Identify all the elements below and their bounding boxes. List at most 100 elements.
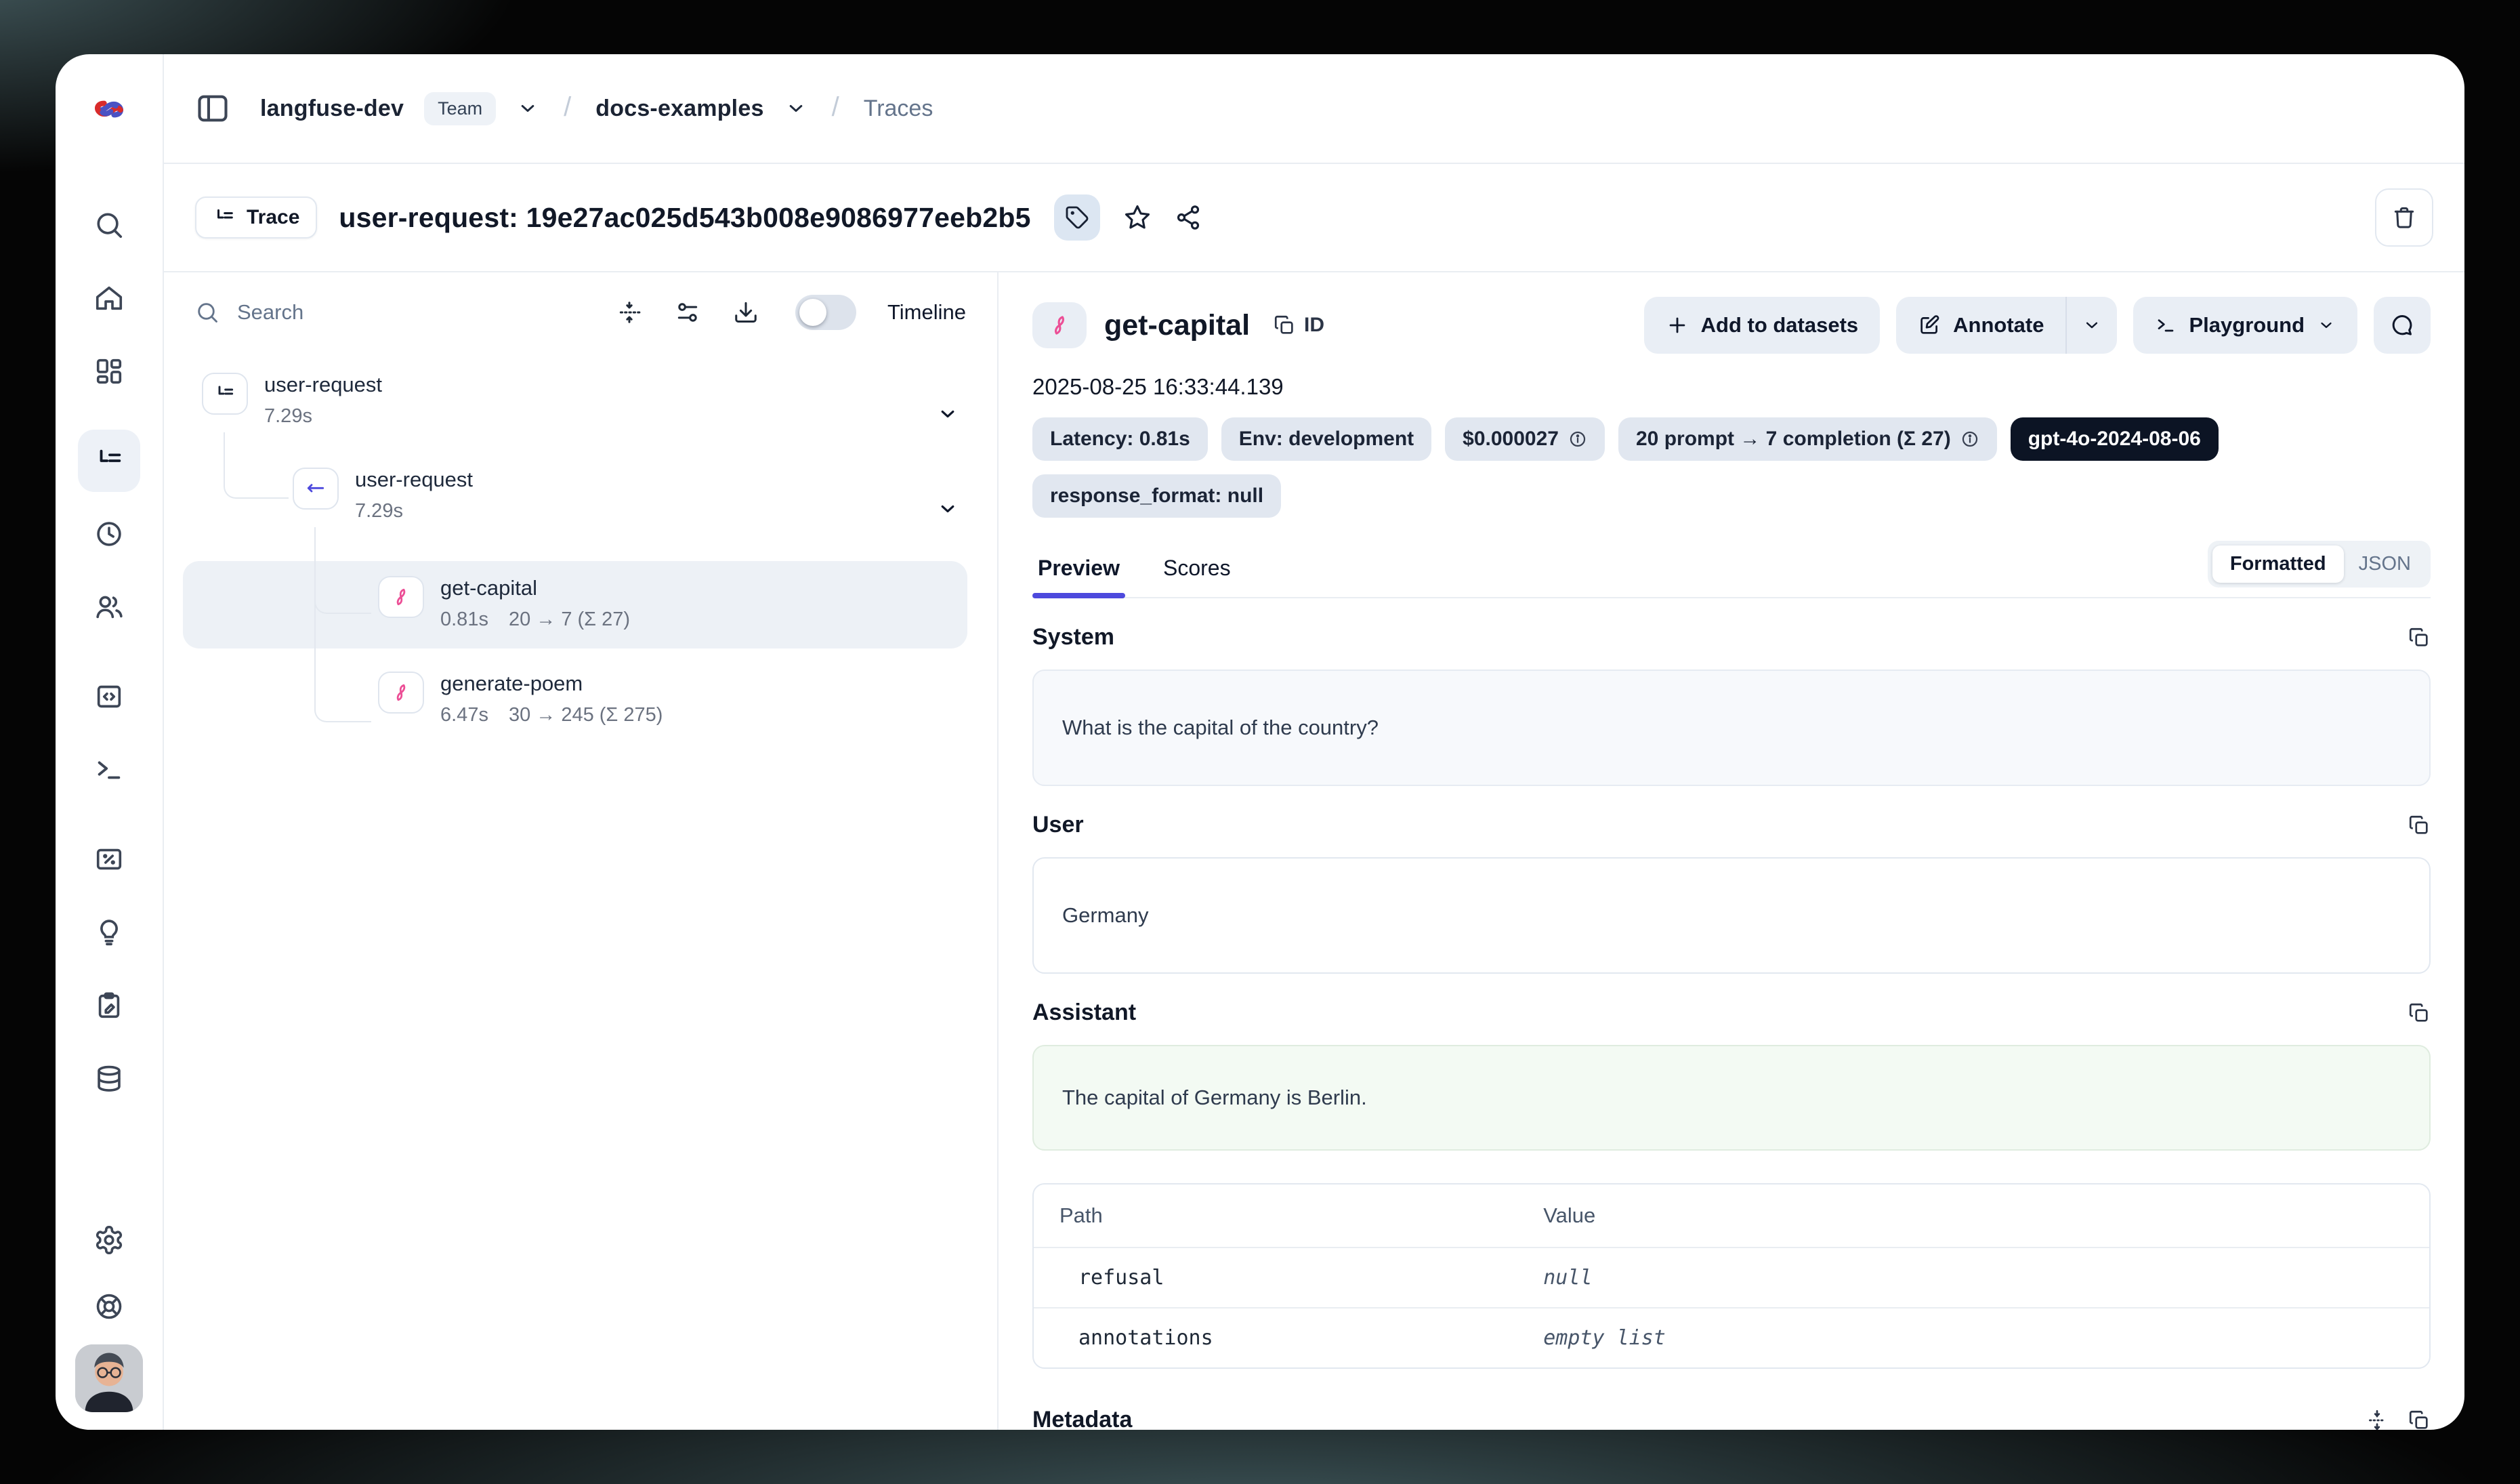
info-icon bbox=[1568, 430, 1587, 449]
user-avatar[interactable] bbox=[75, 1344, 143, 1412]
rail-sessions-button[interactable] bbox=[78, 503, 140, 565]
app-window: langfuse-dev Team / docs-examples / Trac… bbox=[56, 54, 2464, 1430]
tag-button[interactable] bbox=[1054, 194, 1100, 241]
tree-row-tokens: 30 → 245 (Σ 275) bbox=[509, 704, 663, 726]
model-badge[interactable]: gpt-4o-2024-08-06 bbox=[2011, 417, 2219, 461]
trace-title-bar: Trace user-request: 19e27ac025d543b008e9… bbox=[164, 164, 2464, 272]
playground-button[interactable]: Playground bbox=[2133, 297, 2357, 354]
annotate-button[interactable]: Annotate bbox=[1896, 297, 2065, 354]
chevron-down-icon bbox=[2082, 315, 2102, 335]
format-formatted-option[interactable]: Formatted bbox=[2212, 545, 2344, 583]
copy-system-button[interactable] bbox=[2408, 626, 2431, 649]
tracing-tree-icon bbox=[213, 206, 236, 229]
rail-tracing-button[interactable] bbox=[78, 430, 140, 492]
trace-tree-panel: Timeline user-request 7.29s bbox=[164, 272, 999, 1430]
add-to-datasets-button[interactable]: Add to datasets bbox=[1644, 297, 1881, 354]
dashboard-icon bbox=[93, 356, 125, 387]
timeline-toggle[interactable] bbox=[795, 295, 856, 330]
observation-timestamp: 2025-08-25 16:33:44.139 bbox=[1032, 374, 2431, 400]
rail-scores-button[interactable] bbox=[78, 828, 140, 890]
trash-icon bbox=[2391, 205, 2417, 230]
bookmark-star-button[interactable] bbox=[1123, 203, 1152, 232]
output-fields-table: Path Value refusal null annotations empt… bbox=[1032, 1183, 2431, 1369]
project-chevron-down-icon[interactable] bbox=[784, 97, 807, 120]
annotate-dropdown-button[interactable] bbox=[2065, 297, 2117, 354]
tree-row-label: user-request bbox=[264, 373, 382, 397]
annotate-label: Annotate bbox=[1953, 313, 2044, 337]
generation-type-badge bbox=[1032, 302, 1087, 348]
tag-icon bbox=[1065, 205, 1089, 230]
cost-badge[interactable]: $0.000027 bbox=[1445, 417, 1605, 461]
home-icon bbox=[93, 283, 125, 314]
rail-prompts-button[interactable] bbox=[78, 665, 140, 728]
tab-preview[interactable]: Preview bbox=[1032, 556, 1125, 597]
rail-playground-button[interactable] bbox=[78, 739, 140, 801]
delete-trace-button[interactable] bbox=[2375, 188, 2433, 247]
users-icon bbox=[93, 592, 125, 623]
table-header-row: Path Value bbox=[1034, 1184, 2429, 1247]
sidebar-toggle-button[interactable] bbox=[195, 91, 230, 126]
tree-row-get-capital[interactable]: get-capital 0.81s 20 → 7 (Σ 27) bbox=[183, 561, 967, 648]
observation-detail-panel: get-capital ID Add to datasets Annotate bbox=[999, 272, 2464, 1430]
rail-dashboards-button[interactable] bbox=[78, 340, 140, 403]
message-bubble-icon bbox=[2389, 312, 2415, 338]
collapse-all-button[interactable] bbox=[616, 300, 642, 325]
code-file-icon bbox=[93, 681, 125, 712]
system-message-box: What is the capital of the country? bbox=[1032, 669, 2431, 786]
breadcrumb-org[interactable]: langfuse-dev bbox=[260, 96, 404, 122]
main-split: Timeline user-request 7.29s bbox=[164, 272, 2464, 1430]
search-input[interactable] bbox=[237, 300, 584, 325]
rail-datasets-button[interactable] bbox=[78, 1048, 140, 1110]
metadata-section-header: Metadata bbox=[1032, 1407, 2431, 1430]
rail-evals-button[interactable] bbox=[78, 901, 140, 964]
copy-id-button[interactable]: ID bbox=[1273, 314, 1324, 337]
generation-pinwheel-icon bbox=[390, 585, 413, 609]
copy-user-button[interactable] bbox=[2408, 814, 2431, 837]
view-options-button[interactable] bbox=[675, 300, 700, 325]
tree-row-tokens: 20 → 7 (Σ 27) bbox=[509, 609, 630, 631]
langfuse-logo-icon bbox=[89, 89, 129, 129]
tree-row-label: user-request bbox=[355, 468, 473, 492]
metadata-heading: Metadata bbox=[1032, 1407, 1132, 1430]
trace-title: user-request: 19e27ac025d543b008e9086977… bbox=[339, 202, 1030, 234]
download-button[interactable] bbox=[733, 300, 759, 325]
tree-row-span[interactable]: user-request 7.29s bbox=[293, 468, 997, 550]
breadcrumb-project[interactable]: docs-examples bbox=[595, 96, 763, 122]
user-heading: User bbox=[1032, 812, 1084, 838]
span-node-badge bbox=[293, 468, 339, 510]
share-icon bbox=[1175, 204, 1202, 231]
tree-row-label: get-capital bbox=[440, 576, 630, 600]
rail-search-button[interactable] bbox=[78, 194, 140, 256]
tokens-badge[interactable]: 20 prompt → 7 completion (Σ 27) bbox=[1618, 417, 1997, 461]
toggle-knob bbox=[799, 299, 826, 326]
rail-annotation-button[interactable] bbox=[78, 974, 140, 1037]
copy-icon bbox=[2408, 1409, 2431, 1430]
expand-metadata-button[interactable] bbox=[2366, 1409, 2389, 1430]
table-row: refusal null bbox=[1034, 1247, 2429, 1307]
download-icon bbox=[733, 300, 759, 325]
tab-scores[interactable]: Scores bbox=[1158, 556, 1236, 597]
annotation-clipboard-icon bbox=[93, 990, 125, 1021]
app-logo[interactable] bbox=[89, 54, 129, 164]
row-chevron-down-icon[interactable] bbox=[936, 497, 959, 520]
tracing-tree-icon bbox=[93, 445, 125, 476]
rail-users-button[interactable] bbox=[78, 576, 140, 638]
copy-metadata-button[interactable] bbox=[2408, 1409, 2431, 1430]
rail-settings-button[interactable] bbox=[78, 1209, 140, 1271]
tree-row-generate-poem[interactable]: generate-poem 6.47s 30 → 245 (Σ 275) bbox=[183, 657, 967, 744]
row-chevron-down-icon[interactable] bbox=[936, 403, 959, 426]
table-row: annotations empty list bbox=[1034, 1307, 2429, 1367]
tree-row-duration: 6.47s bbox=[440, 704, 488, 726]
copy-assistant-button[interactable] bbox=[2408, 1002, 2431, 1025]
terminal-icon bbox=[93, 754, 125, 785]
rail-home-button[interactable] bbox=[78, 267, 140, 329]
org-chevron-down-icon[interactable] bbox=[516, 97, 539, 120]
trace-type-chip[interactable]: Trace bbox=[195, 197, 317, 239]
tree-row-trace[interactable]: user-request 7.29s bbox=[202, 373, 997, 455]
comments-button[interactable] bbox=[2374, 297, 2431, 354]
breadcrumb-page[interactable]: Traces bbox=[864, 96, 933, 122]
format-json-option[interactable]: JSON bbox=[2344, 545, 2426, 583]
share-button[interactable] bbox=[1175, 204, 1202, 231]
rail-support-button[interactable] bbox=[78, 1275, 140, 1338]
terminal-icon bbox=[2155, 314, 2177, 336]
